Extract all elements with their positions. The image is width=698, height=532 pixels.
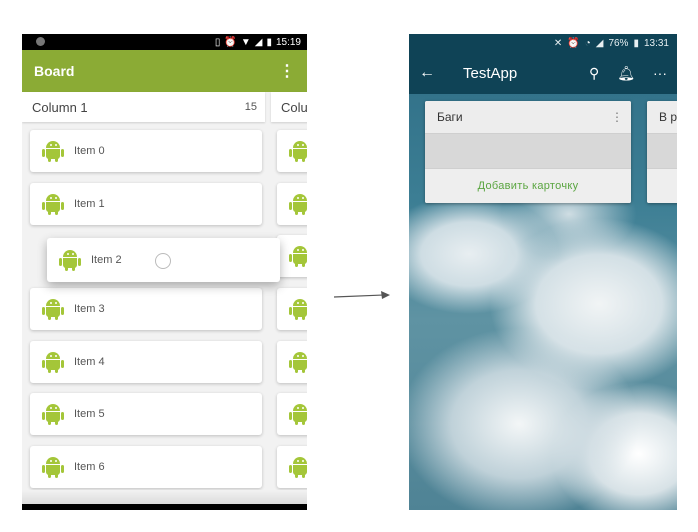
back-arrow-icon[interactable]: ←: [419, 64, 449, 82]
navigation-bar: [22, 504, 307, 510]
list-drop-area: [647, 133, 677, 169]
list-item[interactable]: [277, 446, 307, 488]
item-label: Item 6: [74, 461, 105, 473]
status-time: 13:31: [643, 37, 669, 49]
alarm-icon: ⏰: [224, 36, 237, 48]
search-icon[interactable]: ⚲: [589, 65, 599, 82]
list-item[interactable]: [277, 183, 307, 225]
alarm-icon: ⏰: [567, 37, 580, 49]
list-item[interactable]: [277, 288, 307, 330]
app-bar: Board ⋮: [22, 50, 307, 92]
column-count: 15: [244, 101, 257, 113]
column-header-2[interactable]: Colu: [271, 92, 307, 122]
right-phone-screen: ✕ ⏰ ◔ ◢ 76% ▮ 13:31 ← TestApp ⚲ 🔔︎ ··· Б…: [409, 34, 677, 510]
mute-icon: ✕: [553, 37, 563, 49]
status-bar: ▯ ⏰ ▼ ◢ ▮ 15:19: [22, 34, 307, 50]
list-title: В р: [659, 110, 677, 124]
board-list: В р: [647, 101, 677, 203]
list-item[interactable]: Item 5: [30, 393, 262, 435]
list-header[interactable]: Баги ⋮: [425, 101, 631, 133]
android-icon: [289, 140, 307, 162]
android-icon: [42, 403, 64, 425]
add-card-button[interactable]: Добавить карточку: [425, 169, 631, 203]
wifi-icon: ◔: [584, 37, 591, 49]
left-phone-screen: ▯ ⏰ ▼ ◢ ▮ 15:19 Board ⋮ Column 1 15 Colu…: [22, 34, 307, 510]
signal-icon: ◢: [595, 37, 604, 49]
battery-icon: ▮: [633, 37, 639, 49]
vibrate-icon: ▯: [214, 36, 221, 48]
touch-indicator-icon: [155, 253, 171, 269]
list-item[interactable]: [277, 341, 307, 383]
status-time: 15:19: [275, 36, 301, 48]
status-bar: ✕ ⏰ ◔ ◢ 76% ▮ 13:31: [409, 34, 677, 52]
android-icon: [42, 193, 64, 215]
android-icon: [289, 193, 307, 215]
wifi-icon: ▼: [240, 36, 251, 48]
battery-icon: ▮: [266, 36, 272, 48]
notification-dot-icon: [36, 37, 45, 46]
app-title: Board: [34, 63, 75, 79]
battery-percent: 76%: [608, 37, 629, 49]
list-title: Баги: [437, 110, 463, 124]
item-label: Item 4: [74, 356, 105, 368]
column-header-1[interactable]: Column 1 15: [22, 92, 265, 122]
list-item[interactable]: Item 0: [30, 130, 262, 172]
list-item[interactable]: Item 1: [30, 183, 262, 225]
list-drop-area: [425, 133, 631, 169]
transition-arrow-icon: [334, 291, 390, 299]
android-icon: [289, 403, 307, 425]
item-label: Item 2: [91, 254, 122, 266]
bottom-shadow: [22, 490, 307, 504]
list-item[interactable]: Item 4: [30, 341, 262, 383]
item-label: Item 3: [74, 303, 105, 315]
android-icon: [289, 298, 307, 320]
more-vert-icon[interactable]: ⋮: [279, 61, 295, 81]
item-label: Item 5: [74, 408, 105, 420]
app-bar: ← TestApp ⚲ 🔔︎ ···: [409, 52, 677, 94]
list-item[interactable]: Item 3: [30, 288, 262, 330]
android-icon: [42, 351, 64, 373]
item-label: Item 0: [74, 145, 105, 157]
app-title: TestApp: [463, 64, 518, 82]
dragged-list-item[interactable]: Item 2: [47, 238, 280, 282]
column-title: Colu: [281, 99, 307, 115]
android-icon: [59, 249, 81, 271]
android-icon: [289, 245, 307, 267]
list-header[interactable]: В р: [647, 101, 677, 133]
android-icon: [42, 298, 64, 320]
bell-icon[interactable]: 🔔︎: [617, 65, 635, 82]
item-label: Item 1: [74, 198, 105, 210]
signal-icon: ◢: [254, 36, 263, 48]
column-title: Column 1: [32, 99, 88, 115]
android-icon: [42, 140, 64, 162]
list-item[interactable]: [277, 235, 307, 277]
android-icon: [289, 456, 307, 478]
add-card-area: [647, 169, 677, 203]
more-horiz-icon[interactable]: ···: [653, 65, 667, 81]
list-item[interactable]: [277, 393, 307, 435]
more-vert-icon[interactable]: ⋮: [611, 110, 623, 124]
board-list: Баги ⋮ Добавить карточку: [425, 101, 631, 203]
android-icon: [42, 456, 64, 478]
list-item[interactable]: Item 6: [30, 446, 262, 488]
android-icon: [289, 351, 307, 373]
list-item[interactable]: [277, 130, 307, 172]
